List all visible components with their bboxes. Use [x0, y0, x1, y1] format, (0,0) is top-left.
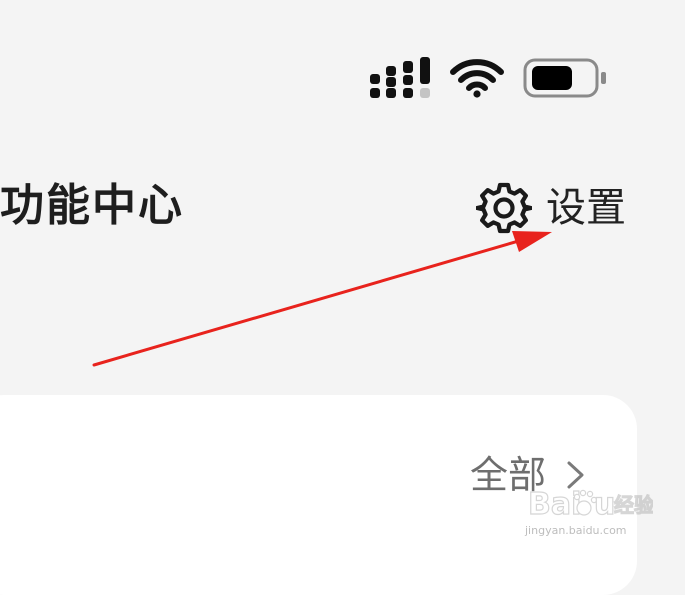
status-bar [0, 0, 685, 110]
settings-label: 设置 [546, 185, 626, 231]
battery-icon [523, 58, 606, 98]
page-title: 功能中心 [0, 180, 184, 231]
watermark-url: jingyan.baidu.com [525, 524, 627, 537]
baidu-jingyan-watermark-logo: Bai u 经验 [528, 486, 653, 522]
signal-icon [370, 57, 430, 98]
wifi-icon [450, 59, 504, 98]
settings-button[interactable]: 设置 [476, 176, 626, 240]
gear-icon [476, 182, 532, 234]
svg-text:经验: 经验 [614, 493, 653, 517]
svg-text:Bai: Bai [528, 487, 581, 522]
svg-text:u: u [594, 487, 615, 522]
